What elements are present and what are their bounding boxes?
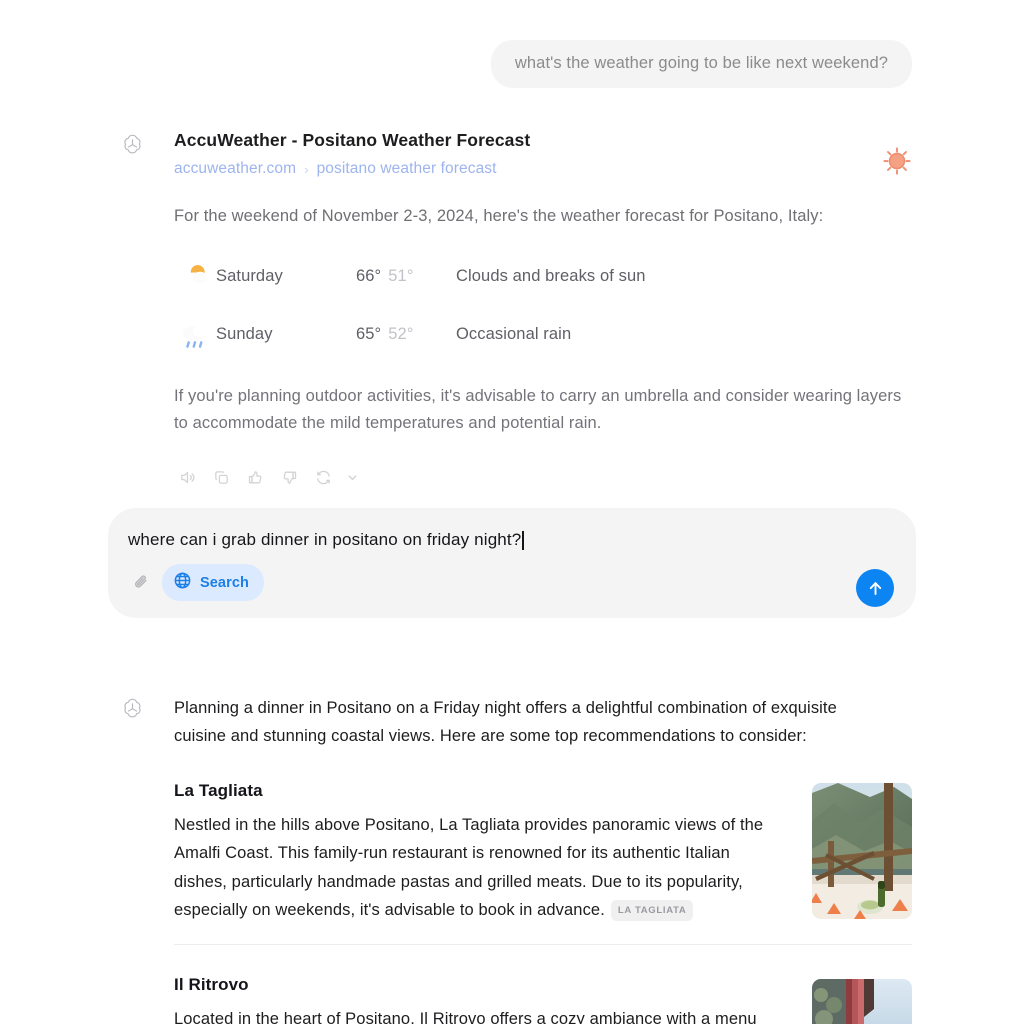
thumbs-down-icon[interactable] — [276, 465, 302, 491]
forecast-high: 65° — [356, 324, 382, 343]
paperclip-icon[interactable] — [128, 570, 154, 596]
restaurant-description: Located in the heart of Positano, Il Rit… — [174, 1010, 757, 1024]
rain-cloud-icon — [174, 313, 216, 355]
chat-page: what's the weather going to be like next… — [0, 0, 1024, 1024]
read-aloud-icon[interactable] — [174, 465, 200, 491]
weather-card-title: AccuWeather - Positano Weather Forecast — [174, 130, 531, 151]
forecast-high: 66° — [356, 266, 382, 285]
text-caret — [522, 530, 524, 550]
composer-input[interactable]: where can i grab dinner in positano on f… — [128, 530, 521, 550]
weather-intro-text: For the weekend of November 2-3, 2024, h… — [174, 207, 824, 226]
send-button[interactable] — [856, 569, 894, 607]
weather-card: AccuWeather - Positano Weather Forecast … — [174, 130, 912, 490]
forecast-day: Sunday — [216, 324, 273, 343]
restaurant-name: La Tagliata — [174, 780, 263, 800]
search-toggle-button[interactable]: Search — [162, 564, 264, 601]
list-item: La Tagliata Nestled in the hills above P… — [174, 781, 912, 925]
forecast-low: 51° — [388, 266, 414, 285]
message-composer[interactable]: where can i grab dinner in positano on f… — [108, 508, 916, 618]
forecast-condition: Occasional rain — [456, 324, 572, 343]
regenerate-icon[interactable] — [310, 465, 336, 491]
forecast-temps: 66° 51° — [356, 267, 456, 286]
sun-behind-cloud-icon — [174, 255, 216, 297]
list-item: Il Ritrovo Located in the heart of Posit… — [174, 975, 912, 1024]
answer-body: Planning a dinner in Positano on a Frida… — [0, 694, 1024, 1024]
copy-icon[interactable] — [208, 465, 234, 491]
weather-source-breadcrumb[interactable]: accuweather.com › positano weather forec… — [174, 160, 912, 178]
user-message-row: what's the weather going to be like next… — [0, 0, 1024, 89]
citation-chip[interactable]: LA TAGLIATA — [610, 899, 694, 922]
sun-icon — [882, 146, 912, 176]
chatgpt-avatar-icon — [118, 130, 146, 158]
assistant-weather-message: AccuWeather - Positano Weather Forecast … — [0, 130, 1024, 490]
restaurant-name: Il Ritrovo — [174, 975, 249, 995]
source-path-link[interactable]: positano weather forecast — [317, 160, 497, 178]
weather-forecast-table: Saturday 66° 51° Clouds and breaks of sun — [174, 247, 912, 363]
chevron-right-icon: › — [304, 161, 309, 177]
search-label: Search — [200, 574, 249, 591]
restaurant-description: Nestled in the hills above Positano, La … — [174, 811, 782, 925]
chevron-down-icon[interactable] — [344, 472, 360, 483]
user-message-bubble: what's the weather going to be like next… — [490, 40, 912, 89]
restaurant-thumbnail[interactable] — [812, 979, 912, 1024]
forecast-temps: 65° 52° — [356, 325, 456, 344]
forecast-day: Saturday — [216, 266, 283, 285]
assistant-answer-message: Planning a dinner in Positano on a Frida… — [0, 694, 1024, 1024]
message-action-toolbar — [174, 465, 912, 491]
thumbs-up-icon[interactable] — [242, 465, 268, 491]
composer-input-row[interactable]: where can i grab dinner in positano on f… — [128, 530, 892, 550]
forecast-low: 52° — [388, 324, 414, 343]
source-domain-link[interactable]: accuweather.com — [174, 160, 296, 178]
restaurant-thumbnail[interactable] — [812, 782, 912, 919]
section-divider — [174, 944, 912, 946]
composer-toolbar: Search — [128, 564, 894, 607]
weather-advisory-text: If you're planning outdoor activities, i… — [174, 387, 902, 432]
forecast-condition: Clouds and breaks of sun — [456, 266, 646, 285]
table-row: Sunday 65° 52° Occasional rain — [174, 305, 912, 363]
table-row: Saturday 66° 51° Clouds and breaks of sun — [174, 247, 912, 305]
answer-intro-text: Planning a dinner in Positano on a Frida… — [174, 699, 837, 746]
globe-icon — [173, 571, 192, 594]
